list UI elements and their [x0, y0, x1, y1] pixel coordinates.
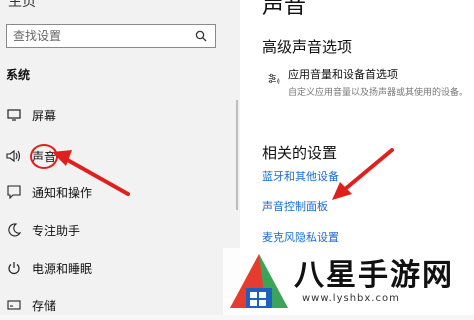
sidebar-item-label: 电源和睡眠	[32, 261, 93, 276]
section-label-system: 系统	[6, 68, 31, 82]
sidebar-item-power-sleep[interactable]: 电源和睡眠	[0, 253, 232, 283]
sidebar-item-label: 屏幕	[32, 108, 57, 123]
sidebar-item-label: 专注助手	[32, 223, 81, 238]
search-box[interactable]	[6, 24, 216, 48]
sound-control-panel-link[interactable]: 声音控制面板	[262, 198, 328, 214]
microphone-privacy-link[interactable]: 麦克风隐私设置	[262, 229, 339, 245]
app-volume-subtitle: 自定义应用音量以及扬声器或其使用的设备。	[287, 88, 468, 98]
home-item-label[interactable]: 主页	[8, 0, 36, 11]
settings-sidebar: 主页 系统 屏幕 声音 通知和操作 专注助手 电	[0, 0, 240, 315]
notification-icon	[6, 184, 22, 200]
sidebar-item-label: 通知和操作	[32, 185, 93, 200]
bluetooth-devices-link[interactable]: 蓝牙和其他设备	[262, 168, 339, 184]
watermark-brand: 八星手游网	[294, 258, 454, 293]
advanced-sound-heading: 高级声音选项	[262, 38, 353, 56]
search-input[interactable]	[7, 25, 183, 47]
power-icon	[6, 260, 22, 276]
sidebar-item-label: 声音	[29, 143, 59, 169]
sidebar-item-label: 存储	[32, 298, 57, 313]
storage-icon	[6, 297, 22, 313]
app-volume-preferences[interactable]: 应用音量和设备首选项 自定义应用音量以及扬声器或其使用的设备。	[268, 66, 468, 102]
watermark-logo	[230, 254, 288, 308]
page-title: 声音	[262, 0, 307, 19]
speaker-icon	[6, 148, 22, 164]
sliders-icon	[268, 73, 280, 84]
sidebar-item-notifications[interactable]: 通知和操作	[0, 177, 232, 207]
monitor-icon	[6, 107, 22, 123]
sidebar-item-sound[interactable]: 声音	[0, 141, 232, 171]
watermark-url: www.lyshbx.com	[302, 293, 400, 304]
moon-icon	[6, 222, 22, 238]
related-settings-heading: 相关的设置	[262, 144, 338, 162]
sidebar-scrollbar[interactable]	[236, 100, 238, 210]
sidebar-item-storage[interactable]: 存储	[0, 290, 232, 320]
sidebar-item-focus-assist[interactable]: 专注助手	[0, 215, 232, 245]
sidebar-item-display[interactable]: 屏幕	[0, 100, 232, 130]
app-volume-title: 应用音量和设备首选项	[287, 68, 398, 81]
search-icon[interactable]	[195, 30, 207, 42]
